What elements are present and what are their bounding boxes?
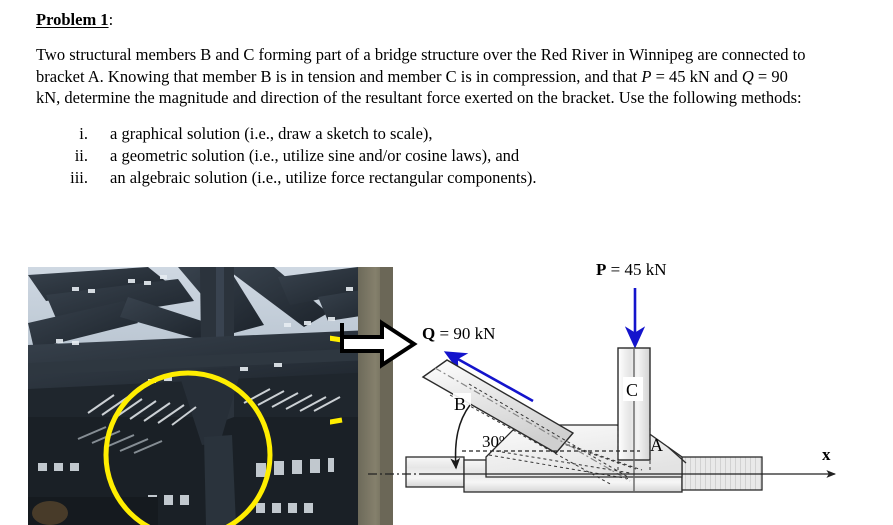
- problem-text-block: Problem 1: Two structural members B and …: [36, 10, 836, 188]
- problem-statement: Two structural members B and C forming p…: [36, 44, 808, 109]
- member-c-label: C: [626, 380, 638, 400]
- force-q-label: Q = 90 kN: [422, 324, 495, 343]
- list-item-label: a geometric solution (i.e., utilize sine…: [110, 145, 520, 165]
- list-item: iii. an algebraic solution (i.e., utiliz…: [36, 167, 836, 189]
- methods-list: i. a graphical solution (i.e., draw a sk…: [36, 123, 836, 188]
- list-item-marker: ii.: [74, 145, 88, 165]
- figure-area: Q = 90 kN P = 45 kN A C B 30o x: [0, 255, 893, 525]
- callout-group: [330, 319, 418, 425]
- list-item: i. a graphical solution (i.e., draw a sk…: [36, 123, 836, 145]
- page-title: Problem 1:: [36, 10, 836, 30]
- statement-part-2: = 45 kN and: [651, 66, 742, 86]
- free-body-diagram: Q = 90 kN P = 45 kN A C B 30o x: [330, 255, 893, 525]
- list-item: ii. a geometric solution (i.e., utilize …: [36, 145, 836, 167]
- angle-degree-symbol: o: [499, 432, 505, 444]
- list-item-label: an algebraic solution (i.e., utilize for…: [110, 167, 537, 187]
- page-title-colon: :: [108, 10, 114, 29]
- member-b-label: B: [454, 394, 466, 414]
- force-q-value: = 90 kN: [435, 324, 495, 343]
- symbol-p-inline: P: [641, 66, 652, 86]
- force-p-group: P = 45 kN: [596, 260, 667, 349]
- page-title-text: Problem 1: [36, 10, 109, 29]
- bracket-a-group: A: [485, 424, 687, 480]
- force-p-value: = 45 kN: [606, 260, 666, 279]
- list-item-marker: i.: [79, 124, 88, 144]
- callout-arrow-icon: [340, 319, 418, 369]
- list-item-label: a graphical solution (i.e., draw a sketc…: [110, 124, 433, 144]
- force-q-symbol: Q: [422, 324, 435, 343]
- callout-line-bottom: [330, 417, 343, 425]
- symbol-q-inline: Q: [741, 66, 754, 86]
- bracket-a-label: A: [650, 435, 663, 455]
- angle-value: 30: [482, 432, 499, 451]
- x-axis-label: x: [822, 445, 831, 464]
- list-item-marker: iii.: [70, 167, 88, 187]
- force-p-symbol: P: [596, 260, 606, 279]
- force-p-label: P = 45 kN: [596, 260, 667, 279]
